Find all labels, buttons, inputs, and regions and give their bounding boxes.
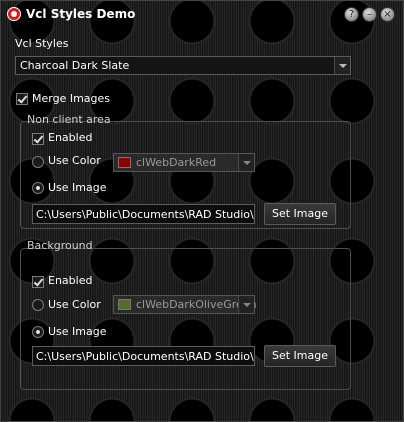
- background-use-color-label: Use Color: [48, 298, 101, 311]
- background-use-image-radio[interactable]: [32, 326, 44, 338]
- merge-images-label: Merge Images: [32, 92, 111, 105]
- background-image-path: C:\Users\Public\Documents\RAD Studio\Pro…: [36, 350, 254, 363]
- non-client-image-path: C:\Users\Public\Documents\RAD Studio\Pro…: [36, 208, 254, 221]
- non-client-use-color-label: Use Color: [48, 154, 101, 167]
- color-swatch: [118, 299, 131, 310]
- help-icon[interactable]: ?: [344, 7, 359, 22]
- minimize-icon[interactable]: –: [362, 7, 377, 22]
- background-use-image-label: Use Image: [48, 325, 107, 338]
- title-bar[interactable]: Vcl Styles Demo ? – ×: [0, 0, 404, 28]
- vcl-styles-demo-window: Vcl Styles Demo ? – × Vcl Styles Charcoa…: [0, 0, 404, 422]
- non-client-use-color-radio[interactable]: [32, 156, 44, 168]
- non-client-image-path-input[interactable]: C:\Users\Public\Documents\RAD Studio\Pro…: [32, 204, 255, 224]
- non-client-color-combobox[interactable]: clWebDarkRed: [113, 153, 255, 172]
- non-client-enabled-label: Enabled: [48, 131, 93, 144]
- non-client-color-value: clWebDarkRed: [136, 156, 217, 169]
- background-color-combobox[interactable]: clWebDarkOliveGreen: [113, 295, 257, 314]
- background-group: [20, 248, 351, 390]
- chevron-down-icon[interactable]: [238, 296, 254, 313]
- merge-images-checkbox[interactable]: [16, 93, 28, 105]
- close-icon[interactable]: ×: [380, 7, 395, 22]
- background-use-color-radio[interactable]: [32, 299, 44, 311]
- vcl-style-combobox[interactable]: Charcoal Dark Slate: [15, 56, 351, 75]
- background-legend: Background: [27, 239, 93, 252]
- non-client-enabled-checkbox[interactable]: [32, 133, 44, 145]
- non-client-use-image-radio[interactable]: [32, 182, 44, 194]
- chevron-down-icon[interactable]: [334, 57, 350, 74]
- background-enabled-checkbox[interactable]: [32, 276, 44, 288]
- vcl-style-selected: Charcoal Dark Slate: [20, 59, 130, 72]
- background-enabled-label: Enabled: [48, 274, 93, 287]
- background-image-path-input[interactable]: C:\Users\Public\Documents\RAD Studio\Pro…: [32, 346, 255, 366]
- vcl-styles-label: Vcl Styles: [15, 37, 69, 50]
- chevron-down-icon[interactable]: [238, 154, 254, 171]
- non-client-set-image-button[interactable]: Set Image: [264, 203, 336, 225]
- window-title: Vcl Styles Demo: [26, 7, 136, 21]
- app-logo-icon: [7, 7, 21, 21]
- non-client-area-legend: Non client area: [27, 113, 111, 126]
- non-client-use-image-label: Use Image: [48, 181, 107, 194]
- background-set-image-button[interactable]: Set Image: [264, 345, 336, 367]
- color-swatch: [118, 157, 131, 168]
